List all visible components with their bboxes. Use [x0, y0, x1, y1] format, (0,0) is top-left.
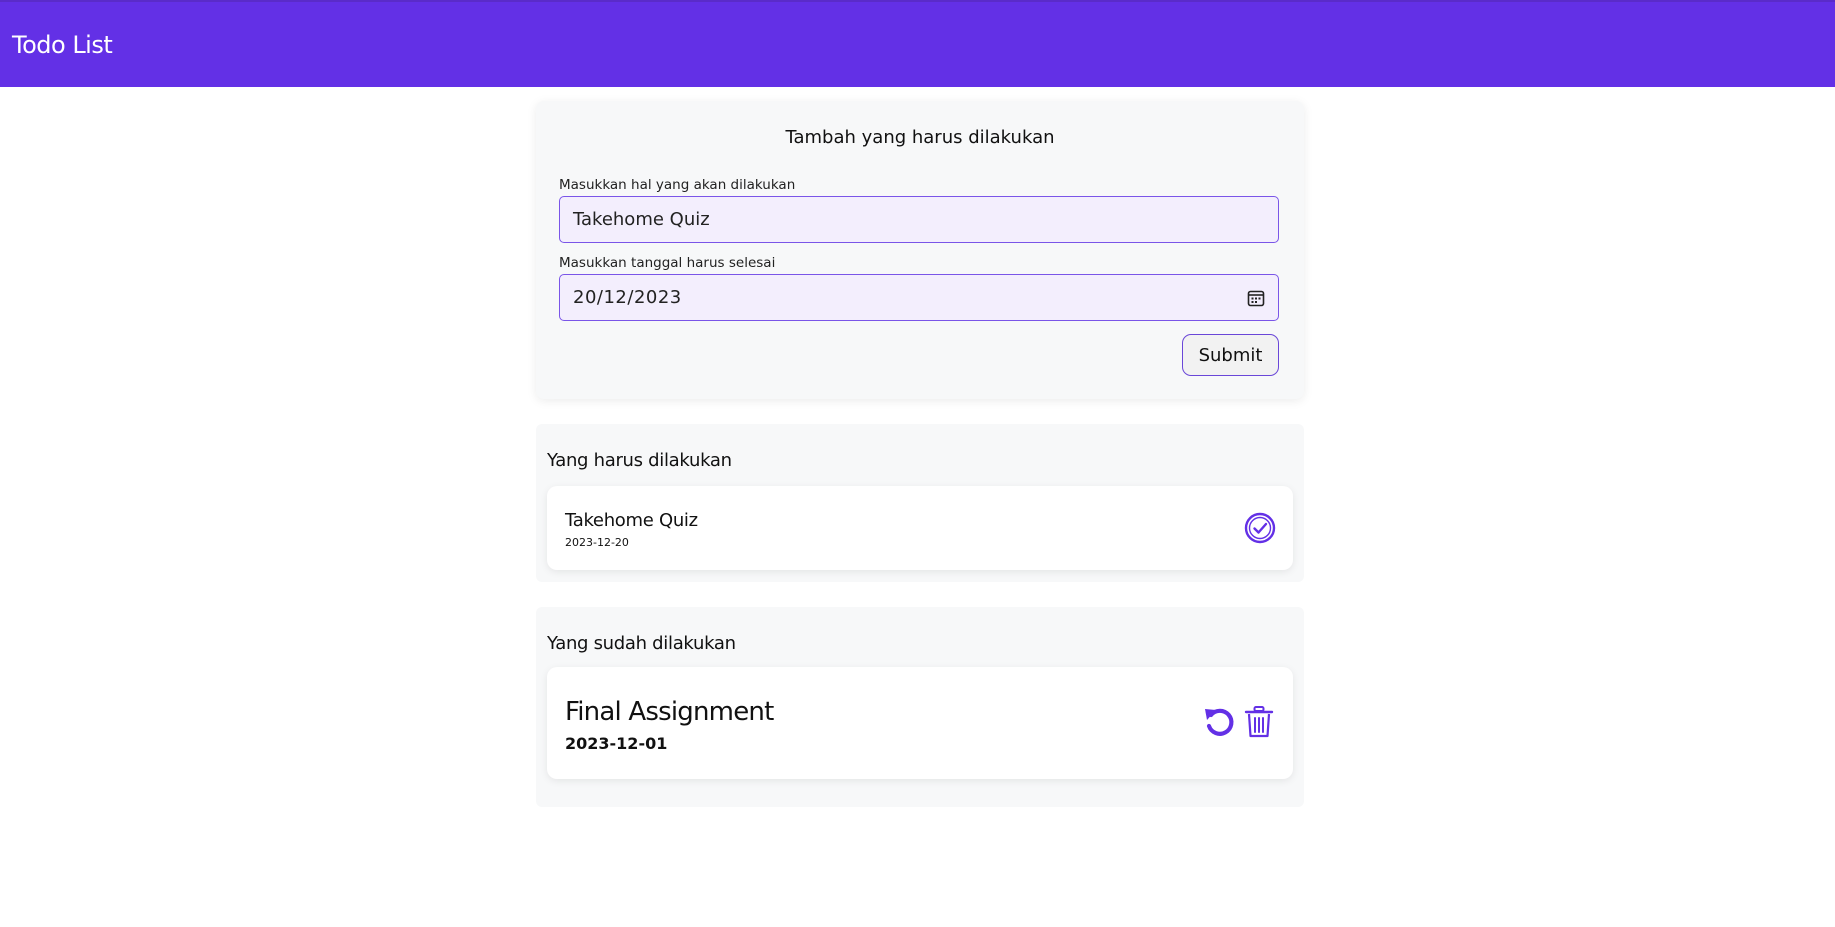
- task-label: Masukkan hal yang akan dilakukan: [559, 177, 796, 193]
- date-label: Masukkan tanggal harus selesai: [559, 255, 776, 271]
- todo-section-title: Yang harus dilakukan: [547, 450, 732, 471]
- task-input-value: Takehome Quiz: [573, 209, 710, 230]
- done-item: Final Assignment 2023-12-01: [547, 667, 1293, 779]
- calendar-icon[interactable]: [1247, 289, 1265, 307]
- todo-section: Yang harus dilakukan Takehome Quiz 2023-…: [536, 424, 1304, 582]
- done-item-date: 2023-12-01: [565, 734, 668, 753]
- submit-button[interactable]: Submit: [1182, 334, 1279, 376]
- app-header: Todo List: [0, 0, 1835, 87]
- task-input[interactable]: Takehome Quiz: [559, 196, 1279, 243]
- undo-icon[interactable]: [1202, 705, 1236, 739]
- todo-item: Takehome Quiz 2023-12-20: [547, 486, 1293, 570]
- todo-item-date: 2023-12-20: [565, 536, 629, 549]
- app-title: Todo List: [12, 30, 113, 59]
- check-circle-icon[interactable]: [1244, 512, 1276, 544]
- done-item-title: Final Assignment: [565, 697, 774, 727]
- done-section-title: Yang sudah dilakukan: [547, 633, 736, 654]
- form-title: Tambah yang harus dilakukan: [785, 127, 1055, 148]
- trash-icon[interactable]: [1243, 705, 1275, 739]
- add-todo-form: Tambah yang harus dilakukan Masukkan hal…: [536, 101, 1304, 399]
- done-section: Yang sudah dilakukan Final Assignment 20…: [536, 607, 1304, 807]
- date-input-value: 20/12/2023: [573, 287, 682, 308]
- todo-item-title: Takehome Quiz: [565, 510, 698, 531]
- date-input[interactable]: 20/12/2023: [559, 274, 1279, 321]
